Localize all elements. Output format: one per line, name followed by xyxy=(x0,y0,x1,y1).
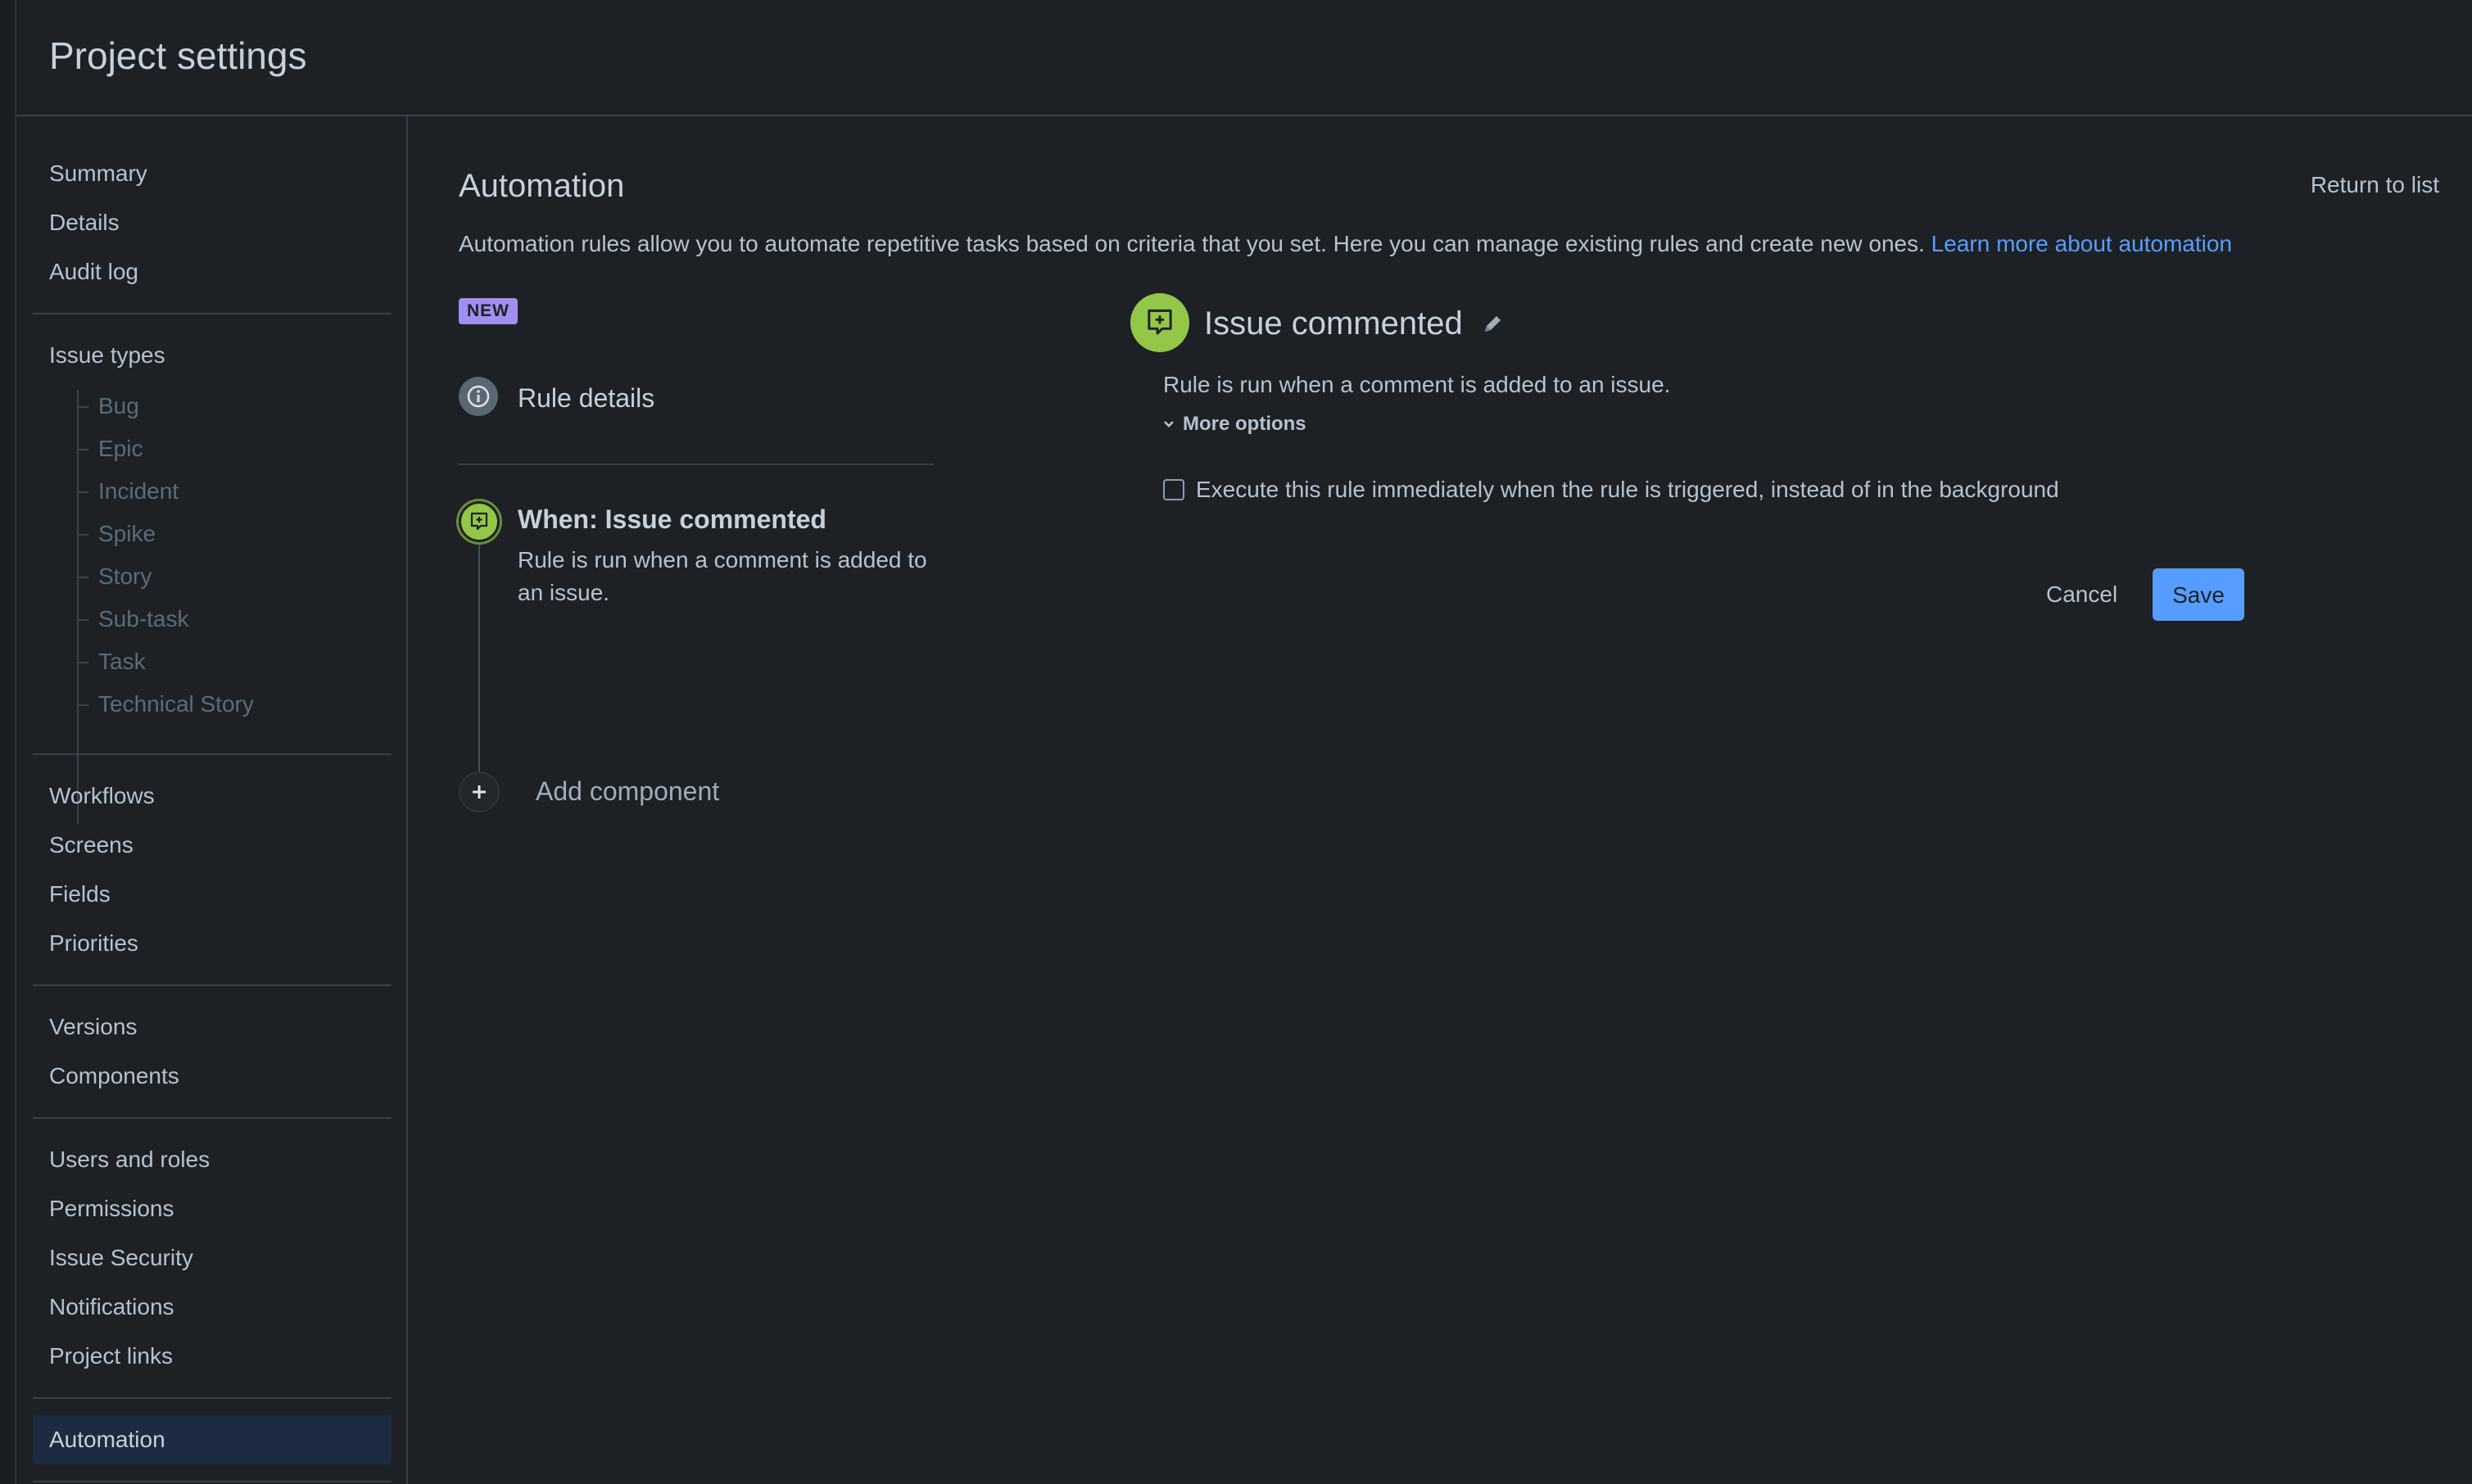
page-title: Automation xyxy=(459,168,625,204)
sidebar-divider xyxy=(33,1481,392,1482)
tree-line xyxy=(77,390,79,824)
description-text: Automation rules allow you to automate r… xyxy=(459,231,1925,256)
sidebar-item-details[interactable]: Details xyxy=(49,208,120,238)
tree-branch xyxy=(77,619,88,621)
return-to-list-link[interactable]: Return to list xyxy=(2311,170,2439,200)
sidebar-item-users-and-roles[interactable]: Users and roles xyxy=(49,1145,210,1174)
rule-details-step[interactable]: Rule details xyxy=(518,382,654,414)
more-options-toggle[interactable]: More options xyxy=(1160,411,1306,437)
sidebar: Summary Details Audit log Issue types Bu… xyxy=(16,116,408,1484)
tree-branch xyxy=(77,449,88,450)
sidebar-divider xyxy=(33,984,392,986)
cancel-button[interactable]: Cancel xyxy=(2026,568,2137,621)
sidebar-divider xyxy=(33,313,392,314)
sidebar-item-notifications[interactable]: Notifications xyxy=(49,1292,174,1322)
automation-description: Automation rules allow you to automate r… xyxy=(459,229,2232,259)
sidebar-item-issue-security[interactable]: Issue Security xyxy=(49,1243,193,1273)
sidebar-item-permissions[interactable]: Permissions xyxy=(49,1194,174,1224)
sidebar-item-issue-types[interactable]: Issue types xyxy=(49,341,165,370)
sidebar-item-fields[interactable]: Fields xyxy=(49,880,111,909)
sidebar-item-incident[interactable]: Incident xyxy=(98,477,179,506)
page-header: Project settings xyxy=(16,0,2472,116)
app-root: Project settings Summary Details Audit l… xyxy=(0,0,2472,1484)
pencil-icon[interactable] xyxy=(1476,308,1509,341)
left-edge-strip xyxy=(0,0,16,1484)
tree-branch xyxy=(77,577,88,578)
sidebar-item-sub-task[interactable]: Sub-task xyxy=(98,604,189,634)
tree-branch xyxy=(77,491,88,493)
new-badge: NEW xyxy=(459,298,518,324)
save-button[interactable]: Save xyxy=(2153,568,2244,621)
tree-branch xyxy=(77,534,88,536)
add-component-button[interactable]: Add component xyxy=(536,775,719,808)
sidebar-item-task[interactable]: Task xyxy=(98,647,146,676)
sidebar-item-project-links[interactable]: Project links xyxy=(49,1341,173,1371)
tree-branch xyxy=(77,662,88,663)
sidebar-item-components[interactable]: Components xyxy=(49,1061,179,1091)
comment-plus-icon xyxy=(1130,293,1189,352)
execute-immediately-checkbox[interactable] xyxy=(1163,479,1184,500)
page-heading: Project settings xyxy=(49,34,307,77)
component-description: Rule is run when a comment is added to a… xyxy=(1163,372,1671,397)
sidebar-divider xyxy=(33,753,392,755)
add-component-icon[interactable] xyxy=(459,771,500,812)
sidebar-item-epic[interactable]: Epic xyxy=(98,434,143,464)
sidebar-item-summary[interactable]: Summary xyxy=(49,159,147,188)
trigger-step-title[interactable]: When: Issue commented xyxy=(518,503,826,536)
sidebar-item-label: Automation xyxy=(49,1427,165,1452)
more-options-label: More options xyxy=(1183,413,1306,435)
execute-immediately-row: Execute this rule immediately when the r… xyxy=(1163,475,2059,504)
sidebar-item-spike[interactable]: Spike xyxy=(98,519,156,549)
sidebar-item-audit-log[interactable]: Audit log xyxy=(49,257,138,287)
sidebar-item-technical-story[interactable]: Technical Story xyxy=(98,690,254,719)
sidebar-item-story[interactable]: Story xyxy=(98,562,152,591)
step-connector-line xyxy=(478,542,480,776)
learn-more-link[interactable]: Learn more about automation xyxy=(1931,231,2232,256)
sidebar-item-workflows[interactable]: Workflows xyxy=(49,781,155,811)
tree-branch xyxy=(77,704,88,706)
tree-branch xyxy=(77,406,88,408)
main-content: Automation Return to list Automation rul… xyxy=(410,116,2472,1484)
sidebar-item-bug[interactable]: Bug xyxy=(98,391,139,421)
sidebar-item-priorities[interactable]: Priorities xyxy=(49,929,138,958)
sidebar-divider xyxy=(33,1397,392,1399)
trigger-step-description: Rule is run when a comment is added to a… xyxy=(518,547,927,605)
info-icon xyxy=(459,377,498,416)
sidebar-item-screens[interactable]: Screens xyxy=(49,830,134,860)
chevron-down-icon xyxy=(1164,421,1174,428)
execute-immediately-label: Execute this rule immediately when the r… xyxy=(1196,477,2059,502)
sidebar-item-automation[interactable]: Automation xyxy=(33,1415,392,1464)
comment-plus-icon xyxy=(459,501,500,542)
step-divider xyxy=(459,464,934,465)
sidebar-divider xyxy=(33,1117,392,1119)
sidebar-item-versions[interactable]: Versions xyxy=(49,1012,137,1042)
component-title: Issue commented xyxy=(1204,305,1463,342)
